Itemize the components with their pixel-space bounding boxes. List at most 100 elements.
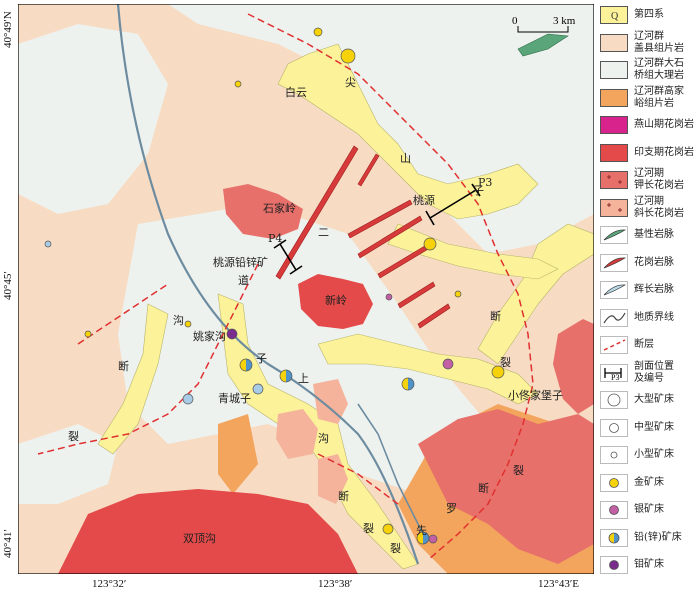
molybdenum-deposit bbox=[226, 328, 238, 340]
legend-label: 钼矿床 bbox=[634, 559, 664, 570]
label-gou2: 沟 bbox=[318, 432, 329, 445]
legend-symbol bbox=[600, 253, 628, 272]
gold-deposit bbox=[184, 320, 192, 328]
label-qingchengzi: 青城子 bbox=[218, 392, 251, 405]
legend-symbol bbox=[600, 116, 628, 134]
label-shuangdinggou: 双顶沟 bbox=[183, 532, 216, 545]
legend-label: 大型矿床 bbox=[634, 394, 674, 405]
label-duan1: 断 bbox=[118, 359, 129, 373]
legend-symbol bbox=[600, 88, 628, 107]
lon-right-label: 123°43′E bbox=[538, 578, 580, 590]
legend-symbol bbox=[600, 501, 628, 519]
legend-symbol: Q bbox=[600, 6, 628, 24]
legend-label: 剖面位置 及编号 bbox=[634, 360, 674, 384]
legend-label: 辽河群 盖县组片岩 bbox=[634, 30, 684, 54]
label-lie4: 裂 bbox=[390, 542, 401, 555]
legend-symbol bbox=[600, 336, 628, 354]
legend-symbol bbox=[600, 308, 628, 327]
label-zi2: 子 bbox=[256, 352, 267, 365]
label-shang: 上 bbox=[298, 372, 309, 385]
label-baiyun: 白云 bbox=[285, 85, 307, 99]
lat-bottom-label: 40°41′ bbox=[2, 529, 14, 558]
legend-symbol bbox=[600, 418, 628, 437]
lead-zinc-deposit-half bbox=[279, 369, 293, 383]
label-luo: 罗 bbox=[446, 502, 457, 515]
legend-label: 银矿床 bbox=[634, 504, 664, 515]
legend-symbol: P3 bbox=[600, 363, 628, 382]
scale-end: 3 km bbox=[553, 15, 576, 27]
legend-symbol bbox=[600, 556, 628, 574]
legend-item: 钼矿床 bbox=[596, 554, 700, 594]
scale-zero: 0 bbox=[512, 15, 518, 27]
label-taoyuan: 桃源 bbox=[413, 193, 435, 207]
lead-zinc-deposit-half bbox=[239, 358, 253, 372]
svg-text:P3: P3 bbox=[611, 373, 619, 381]
gold-deposit-large bbox=[340, 48, 356, 64]
legend-symbol bbox=[600, 281, 628, 299]
label-duan4: 断 bbox=[490, 309, 501, 323]
label-shijialing: 石家岭 bbox=[263, 201, 296, 215]
legend-label: 辽河群大石 桥组大理岩 bbox=[634, 58, 684, 81]
label-duan3: 断 bbox=[478, 481, 489, 495]
lead-zinc-deposit-half bbox=[401, 377, 415, 391]
legend-symbol bbox=[600, 33, 628, 52]
legend-label: 小型矿床 bbox=[634, 449, 674, 460]
gold-deposit bbox=[313, 27, 323, 37]
gold-deposit bbox=[382, 523, 394, 535]
label-lie5: 裂 bbox=[363, 522, 374, 535]
lat-mid-label: 40°45′ bbox=[2, 271, 14, 300]
label-jian: 尖 bbox=[345, 76, 356, 89]
label-lie3: 裂 bbox=[513, 464, 524, 477]
legend-label: 第四系 bbox=[634, 9, 664, 20]
label-lie1: 裂 bbox=[68, 430, 79, 443]
silver-deposit bbox=[442, 358, 454, 370]
label-xian: 先 bbox=[416, 524, 427, 537]
label-shan: 山 bbox=[400, 152, 411, 165]
legend-label: 断层 bbox=[634, 339, 654, 350]
label-xiaotongjiabaozi: 小佟家堡子 bbox=[508, 388, 563, 402]
legend-label: 辽河期 钾长花岗岩 bbox=[634, 168, 684, 191]
legend-label: 辉长岩脉 bbox=[634, 284, 674, 295]
label-er: 二 bbox=[318, 226, 329, 239]
lat-top-label: 40°49′N bbox=[2, 11, 14, 48]
legend-label: 地质界线 bbox=[634, 311, 674, 323]
legend-label: 燕山期花岗岩 bbox=[634, 119, 694, 130]
silver-deposit bbox=[385, 293, 393, 301]
map-legend: Q 第四系辽河群 盖县组片岩 辽河群大石 桥组大理岩 辽河群高家 峪组片岩燕山期花岗岩 印支期… bbox=[596, 0, 700, 594]
lon-mid-label: 123°38′ bbox=[318, 578, 353, 590]
legend-symbol bbox=[600, 473, 628, 492]
legend-symbol bbox=[600, 171, 628, 189]
legend-label: 铅(锌)矿床 bbox=[634, 531, 682, 543]
lead-zinc-deposit bbox=[182, 393, 194, 405]
legend-symbol bbox=[600, 226, 628, 244]
gold-deposit bbox=[423, 237, 437, 251]
lead-zinc-deposit bbox=[252, 383, 264, 395]
legend-label: 花岗岩脉 bbox=[634, 256, 674, 268]
gold-deposit bbox=[84, 330, 92, 338]
label-taoyuan-mine: 桃源铅锌矿 bbox=[213, 255, 268, 269]
legend-label: 辽河群高家 峪组片岩 bbox=[634, 85, 684, 109]
gold-deposit bbox=[454, 290, 462, 298]
legend-symbol bbox=[600, 446, 628, 464]
legend-label: 基性岩脉 bbox=[634, 229, 674, 240]
legend-label: 辽河期 斜长花岗岩 bbox=[634, 195, 684, 219]
label-xinling: 新岭 bbox=[325, 293, 347, 307]
lead-zinc-deposit bbox=[44, 240, 52, 248]
legend-symbol bbox=[600, 391, 628, 409]
label-duan2: 断 bbox=[338, 489, 349, 503]
label-gou1: 沟 bbox=[173, 314, 184, 327]
legend-symbol bbox=[600, 61, 628, 79]
legend-label: 印支期花岗岩 bbox=[634, 146, 694, 158]
legend-label: 金矿床 bbox=[634, 476, 664, 488]
silver-deposit bbox=[428, 534, 438, 544]
label-dao: 道 bbox=[238, 273, 249, 287]
label-yaojiagou: 姚家沟 bbox=[193, 329, 226, 343]
label-p3: P3 bbox=[478, 176, 492, 189]
label-lie2: 裂 bbox=[500, 356, 511, 369]
map-canvas: 0 3 km 白云 尖 山 桃源 石家岭 桃源铅锌矿 新岭 道 二 子 沟 姚家… bbox=[17, 3, 595, 575]
legend-label: 中型矿床 bbox=[634, 421, 674, 433]
gold-deposit bbox=[234, 80, 242, 88]
legend-symbol bbox=[600, 198, 628, 217]
geological-map: 0 3 km 白云 尖 山 桃源 石家岭 桃源铅锌矿 新岭 道 二 子 沟 姚家… bbox=[17, 3, 595, 575]
svg-text:Q: Q bbox=[611, 11, 619, 22]
